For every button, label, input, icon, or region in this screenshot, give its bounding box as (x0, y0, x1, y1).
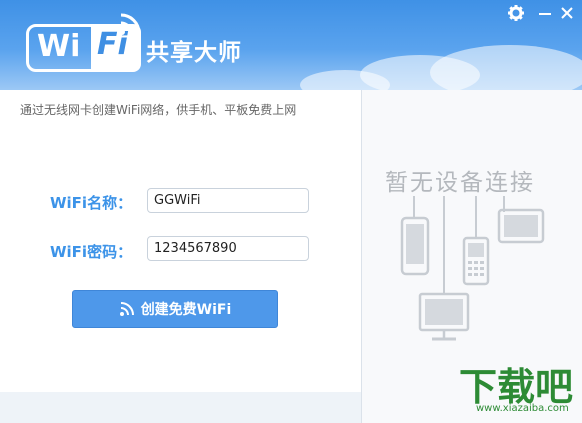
feature-phone-icon (462, 236, 490, 286)
wifi-password-input[interactable] (147, 236, 309, 261)
minimize-icon[interactable] (538, 4, 552, 22)
wifi-name-label: WiFi名称： (50, 194, 133, 212)
devices-illustration (400, 196, 545, 341)
app-title: 共享大师 (146, 40, 242, 66)
create-wifi-label: 创建免费WiFi (140, 302, 232, 318)
phone-icon (400, 216, 430, 276)
close-icon[interactable] (560, 4, 574, 22)
tablet-icon (497, 208, 545, 244)
header-banner: Wi Fi 共享大师 (0, 0, 582, 90)
wifi-name-input[interactable] (147, 188, 309, 213)
create-wifi-button[interactable]: 创建免费WiFi (72, 290, 278, 328)
wifi-password-label: WiFi密码： (50, 243, 133, 261)
footer-bar (0, 392, 362, 423)
description-text: 通过无线网卡创建WiFi网络，供手机、平板免费上网 (20, 103, 297, 117)
cloud-decoration (430, 45, 582, 90)
wifi-icon (119, 302, 134, 316)
settings-icon[interactable] (507, 4, 525, 22)
logo-wi-text: Wi (37, 29, 81, 64)
monitor-icon (418, 292, 470, 341)
watermark-url: www.xiazaiba.com (476, 403, 569, 414)
wifi-signal-icon (119, 13, 141, 35)
